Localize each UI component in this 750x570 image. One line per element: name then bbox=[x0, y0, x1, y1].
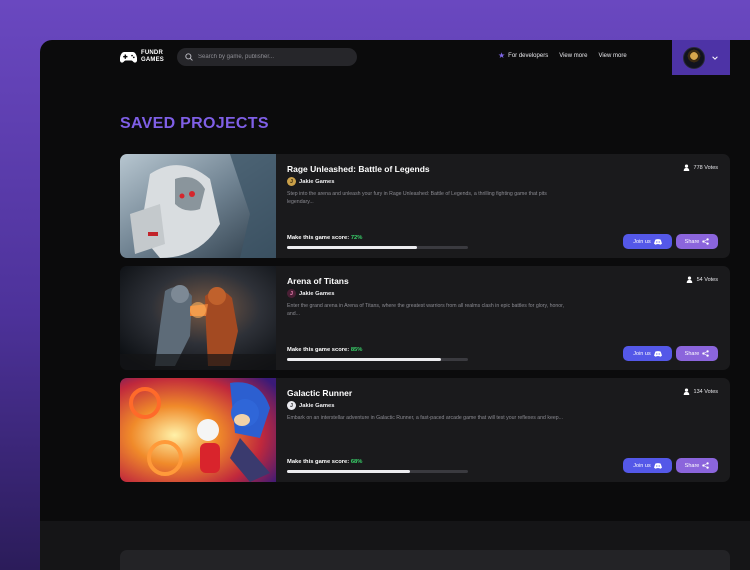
score-label: Make this game score: 72% bbox=[287, 235, 362, 241]
score-progress-bar bbox=[287, 246, 468, 249]
footer bbox=[40, 521, 750, 570]
discord-icon bbox=[653, 462, 662, 469]
share-button[interactable]: Share bbox=[676, 458, 718, 473]
discord-icon bbox=[653, 238, 662, 245]
footer-card bbox=[120, 550, 730, 570]
nav-view-more[interactable]: View more bbox=[559, 53, 587, 59]
share-icon bbox=[702, 238, 710, 245]
score-progress-fill bbox=[287, 358, 441, 361]
nav-view-more-2[interactable]: View more bbox=[598, 53, 626, 59]
nav-label: For developers bbox=[508, 53, 549, 59]
nav-for-developers[interactable]: ★ For developers bbox=[498, 51, 549, 60]
share-button[interactable]: Share bbox=[676, 346, 718, 361]
score-progress-bar bbox=[287, 470, 468, 473]
chevron-down-icon bbox=[712, 55, 718, 60]
nav-label: View more bbox=[559, 53, 588, 59]
share-label: Share bbox=[684, 350, 700, 357]
search-bar[interactable] bbox=[177, 48, 357, 66]
game-description: Step into the arena and unleash your fur… bbox=[287, 191, 547, 205]
logo-text: FUNDR GAMES bbox=[141, 50, 165, 63]
score-label-text: Make this game score: bbox=[287, 459, 350, 465]
discord-icon bbox=[653, 350, 662, 357]
user-menu[interactable] bbox=[672, 40, 730, 75]
game-title[interactable]: Galactic Runner bbox=[287, 388, 352, 398]
project-card[interactable]: Galactic Runner J Jakie Games Embark on … bbox=[120, 378, 730, 482]
publisher-name: Jakie Games bbox=[299, 402, 335, 409]
join-label: Join us bbox=[633, 350, 651, 357]
user-icon bbox=[683, 164, 689, 171]
game-description: Enter the grand arena in Arena of Titans… bbox=[287, 303, 564, 317]
top-bar: FUNDR GAMES ★ For developers View more V… bbox=[40, 40, 750, 75]
publisher[interactable]: J Jakie Games bbox=[287, 289, 334, 298]
game-description: Embark on an interstellar adventure in G… bbox=[287, 415, 563, 421]
game-title[interactable]: Arena of Titans bbox=[287, 276, 349, 286]
score-progress-bar bbox=[287, 358, 468, 361]
score-progress-fill bbox=[287, 470, 411, 473]
score-progress-fill bbox=[287, 246, 418, 249]
star-icon: ★ bbox=[498, 51, 506, 60]
user-icon bbox=[686, 276, 692, 283]
score-value: 68% bbox=[350, 459, 363, 465]
join-label: Join us bbox=[633, 238, 651, 245]
join-us-button[interactable]: Join us bbox=[623, 346, 672, 361]
project-card[interactable]: Arena of Titans J Jakie Games Enter the … bbox=[120, 266, 730, 370]
game-thumbnail bbox=[120, 154, 276, 258]
votes-count: 778 Votes bbox=[693, 164, 718, 171]
top-nav: ★ For developers View more View more bbox=[498, 51, 627, 60]
publisher-name: Jakie Games bbox=[299, 178, 335, 185]
publisher-logo-icon: J bbox=[287, 289, 296, 298]
avatar bbox=[683, 46, 705, 69]
join-us-button[interactable]: Join us bbox=[623, 458, 672, 473]
search-input[interactable] bbox=[198, 54, 348, 60]
game-thumbnail bbox=[120, 266, 276, 370]
join-us-button[interactable]: Join us bbox=[623, 234, 672, 249]
search-icon bbox=[185, 53, 193, 61]
score-label-text: Make this game score: bbox=[287, 347, 350, 353]
app-window: FUNDR GAMES ★ For developers View more V… bbox=[40, 40, 750, 570]
votes: 134 Votes bbox=[683, 388, 718, 395]
share-icon bbox=[702, 350, 710, 357]
publisher-logo-icon: J bbox=[287, 401, 296, 410]
page-title: SAVED PROJECTS bbox=[120, 115, 269, 132]
user-icon bbox=[683, 388, 689, 395]
publisher[interactable]: J Jakie Games bbox=[287, 177, 334, 186]
votes: 778 Votes bbox=[683, 164, 718, 171]
score-label: Make this game score: 85% bbox=[287, 347, 362, 353]
share-label: Share bbox=[684, 238, 700, 245]
gamepad-icon bbox=[120, 52, 137, 63]
logo[interactable]: FUNDR GAMES bbox=[120, 50, 164, 64]
score-label: Make this game score: 68% bbox=[287, 459, 362, 465]
share-button[interactable]: Share bbox=[676, 234, 718, 249]
publisher-name: Jakie Games bbox=[299, 290, 335, 297]
votes-count: 134 Votes bbox=[693, 388, 718, 395]
score-label-text: Make this game score: bbox=[287, 235, 350, 241]
votes: 54 Votes bbox=[686, 276, 718, 283]
share-label: Share bbox=[684, 462, 700, 469]
project-card[interactable]: Rage Unleashed: Battle of Legends J Jaki… bbox=[120, 154, 730, 258]
game-title[interactable]: Rage Unleashed: Battle of Legends bbox=[287, 164, 430, 174]
votes-count: 54 Votes bbox=[696, 276, 718, 283]
publisher-logo-icon: J bbox=[287, 177, 296, 186]
join-label: Join us bbox=[633, 462, 651, 469]
score-value: 85% bbox=[350, 347, 363, 353]
score-value: 72% bbox=[350, 235, 363, 241]
publisher[interactable]: J Jakie Games bbox=[287, 401, 334, 410]
share-icon bbox=[702, 462, 710, 469]
nav-label: View more bbox=[598, 53, 627, 59]
game-thumbnail bbox=[120, 378, 276, 482]
